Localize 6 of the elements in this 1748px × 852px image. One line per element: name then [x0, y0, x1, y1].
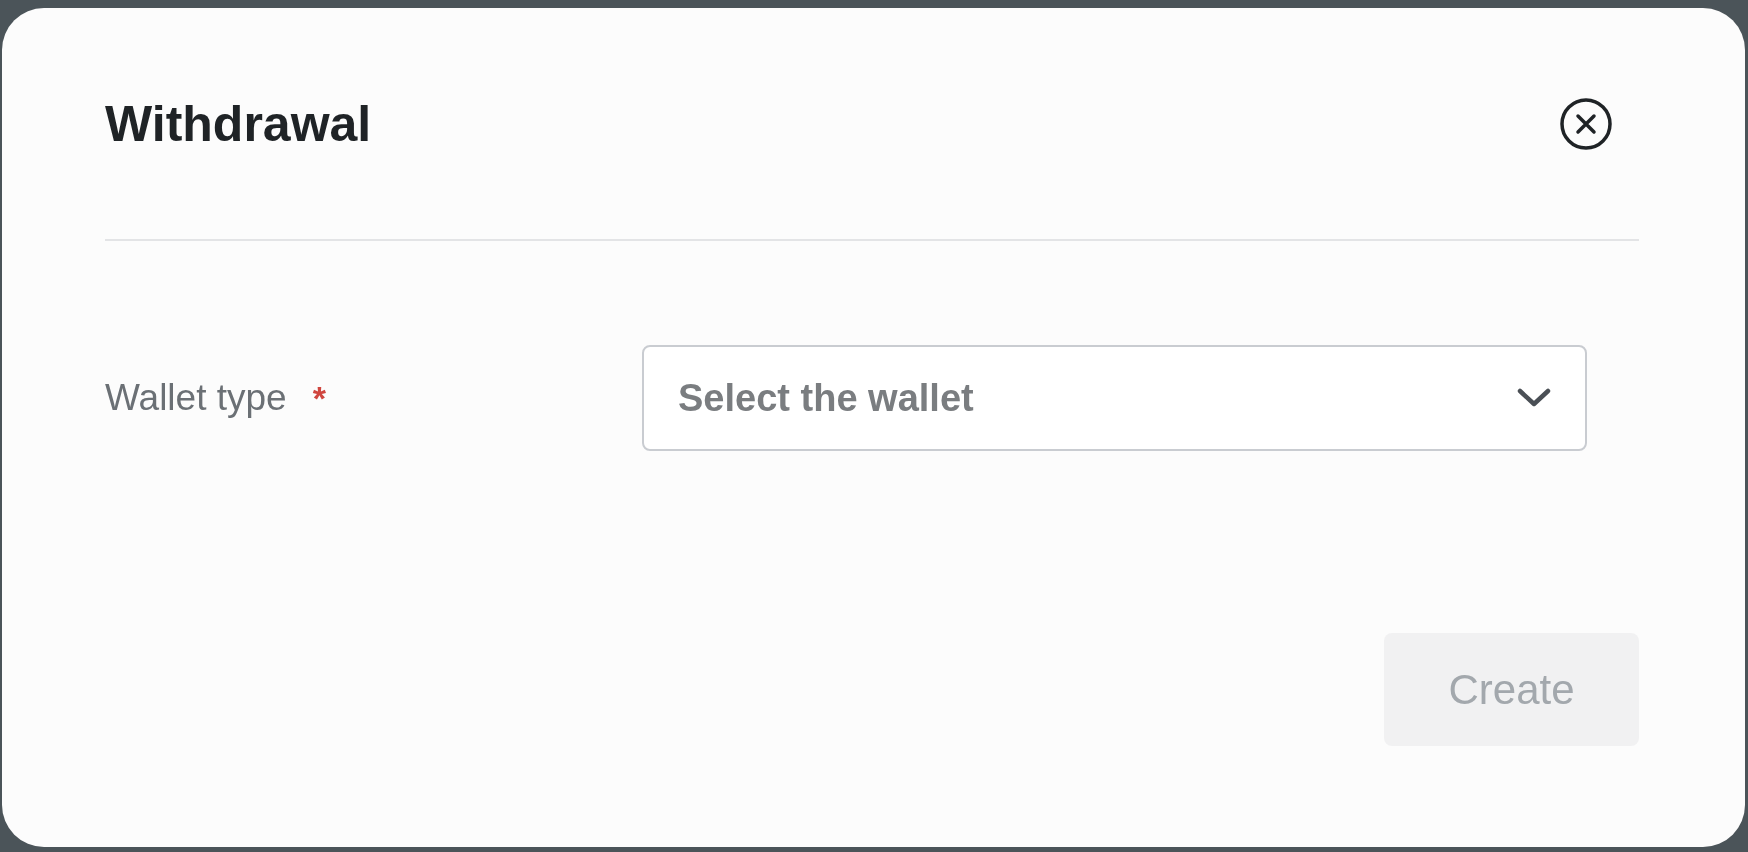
dialog-title: Withdrawal [105, 94, 372, 153]
required-mark: * [312, 378, 326, 418]
field-label: Wallet type [105, 377, 287, 419]
chevron-down-icon [1517, 388, 1551, 408]
wallet-dropdown[interactable]: Select the wallet [642, 345, 1587, 451]
close-button[interactable] [1559, 96, 1613, 151]
